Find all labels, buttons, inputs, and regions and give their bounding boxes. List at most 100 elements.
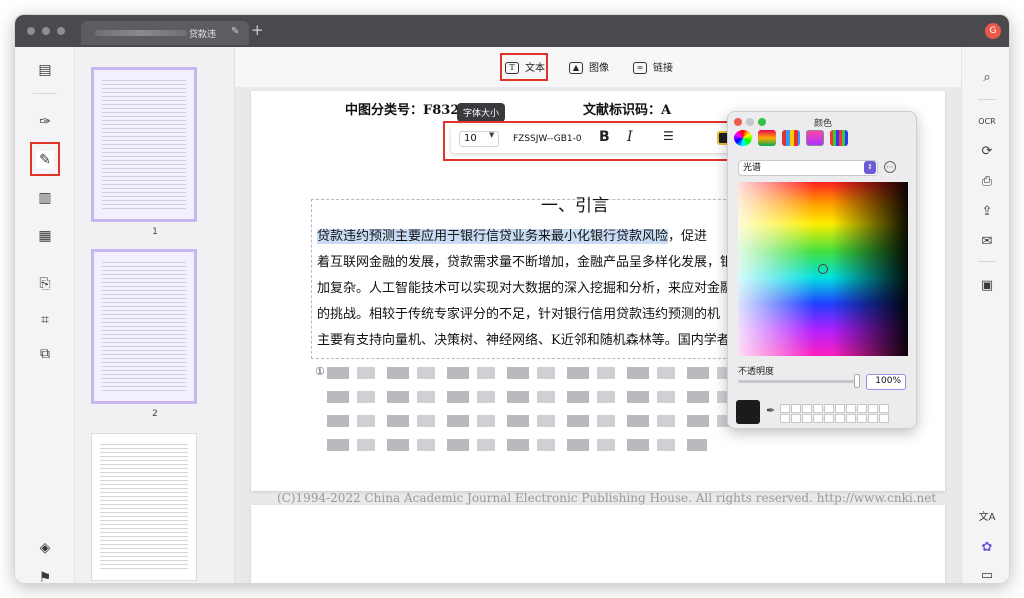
page-edit-icon[interactable]: ▦ xyxy=(36,227,54,245)
page-number-1: 1 xyxy=(152,227,158,237)
saved-color-cell[interactable] xyxy=(868,404,878,413)
share-icon[interactable]: ⇪ xyxy=(978,203,996,221)
opacity-input[interactable]: 100% xyxy=(866,374,906,390)
minimize-window-button[interactable] xyxy=(42,27,50,35)
color-panel-title: 颜色 xyxy=(813,119,832,129)
thumbnail-panel: 1 2 xyxy=(75,47,235,583)
color-picker-panel: 颜色 光谱 ⇕ ⋯ 不透明度 100% ✒ xyxy=(727,111,917,429)
divider xyxy=(978,261,996,262)
zoom-window-button[interactable] xyxy=(57,27,65,35)
convert-icon[interactable]: ⧉ xyxy=(36,345,54,363)
saved-color-cell[interactable] xyxy=(868,414,878,423)
doc-code: 文献标识码：A xyxy=(583,103,672,118)
search-icon[interactable]: ⌕ xyxy=(978,69,996,87)
saved-color-cell[interactable] xyxy=(780,414,790,423)
comment-icon[interactable]: ▭ xyxy=(978,567,996,583)
document-tab[interactable]: 贷款违 ✎ xyxy=(81,21,249,45)
image-tool[interactable]: ▲ 图像 xyxy=(569,59,609,74)
saved-color-cell[interactable] xyxy=(879,414,889,423)
blurred-footnote-line xyxy=(327,415,747,427)
saved-color-cell[interactable] xyxy=(835,404,845,413)
palette-mode-select[interactable]: 光谱 xyxy=(738,160,878,176)
active-tool-highlight xyxy=(30,142,60,176)
title-bar: 贷款违 ✎ + G xyxy=(15,15,1009,47)
avatar[interactable]: G xyxy=(985,23,1001,39)
opacity-label: 不透明度 xyxy=(738,367,775,377)
blurred-footnote-line xyxy=(327,439,707,451)
opacity-slider[interactable] xyxy=(738,380,858,383)
add-tab-button[interactable]: + xyxy=(251,21,264,39)
chevron-updown-icon[interactable]: ⇕ xyxy=(864,161,876,174)
palettes-icon[interactable] xyxy=(782,130,800,146)
blurred-footnote-line xyxy=(327,391,747,403)
page-thumbnail-1[interactable] xyxy=(91,67,197,222)
edit-mode-toolbar: T 文本 ▲ 图像 ∞ 链接 xyxy=(235,47,961,87)
saved-color-cell[interactable] xyxy=(879,404,889,413)
highlighter-icon[interactable]: ✑ xyxy=(36,113,54,131)
current-color-swatch[interactable] xyxy=(736,400,760,424)
thumbnail-content xyxy=(102,80,186,211)
copyright-footer: (C)1994-2022 China Academic Journal Elec… xyxy=(277,491,937,505)
blurred-footnote-line xyxy=(327,367,727,379)
saved-color-cell[interactable] xyxy=(857,404,867,413)
saved-color-cell[interactable] xyxy=(813,414,823,423)
page-thumbnail-3[interactable] xyxy=(91,433,197,581)
sliders-icon[interactable] xyxy=(758,130,776,146)
saved-color-cell[interactable] xyxy=(824,414,834,423)
pdf-page-2 xyxy=(251,505,945,583)
ocr-icon[interactable]: OCR xyxy=(978,113,996,131)
thumbnail-content xyxy=(102,262,186,393)
page-thumbnail-2[interactable] xyxy=(91,249,197,404)
section-heading: 一、引言 xyxy=(541,196,609,216)
translate-icon[interactable]: 文A xyxy=(978,509,996,527)
saved-color-cell[interactable] xyxy=(791,414,801,423)
opacity-slider-thumb[interactable] xyxy=(854,374,860,388)
class-number: 中图分类号：F832. xyxy=(345,103,464,118)
saved-color-cell[interactable] xyxy=(802,404,812,413)
crop-icon[interactable]: ⌗ xyxy=(36,311,54,329)
saved-color-cell[interactable] xyxy=(846,404,856,413)
saved-color-cell[interactable] xyxy=(846,414,856,423)
saved-color-cell[interactable] xyxy=(802,414,812,423)
organize-icon[interactable]: ⎘ xyxy=(36,275,54,293)
close-window-button[interactable] xyxy=(27,27,35,35)
save-icon[interactable]: ▣ xyxy=(978,277,996,295)
link-tool-label: 链接 xyxy=(653,63,673,74)
footnote-mark: ① xyxy=(315,365,325,378)
link-tool[interactable]: ∞ 链接 xyxy=(633,59,673,74)
color-wheel-icon[interactable] xyxy=(734,130,752,146)
blurred-tab-name xyxy=(95,30,187,36)
form-icon[interactable]: ▥ xyxy=(36,189,54,207)
layers-icon[interactable]: ◈ xyxy=(36,539,54,557)
protect-icon[interactable]: ⎙ xyxy=(978,173,996,191)
bookmark-icon[interactable]: ⚑ xyxy=(36,569,54,583)
image-icon: ▲ xyxy=(569,62,583,74)
divider xyxy=(978,99,996,100)
ai-assistant-icon[interactable]: ✿ xyxy=(978,539,996,557)
convert-pdf-icon[interactable]: ⟳ xyxy=(978,143,996,161)
page-number-2: 2 xyxy=(152,409,158,419)
selected-text[interactable]: 贷款违约预测主要应用于银行信贷业务来最小化银行贷款风险 xyxy=(317,229,669,244)
image-tool-label: 图像 xyxy=(589,63,609,74)
line-1-suffix: ，促进 xyxy=(668,229,708,244)
saved-color-cell[interactable] xyxy=(857,414,867,423)
image-palette-icon[interactable] xyxy=(806,130,824,146)
saved-color-cell[interactable] xyxy=(791,404,801,413)
saved-color-cell[interactable] xyxy=(780,404,790,413)
reader-icon[interactable]: ▤ xyxy=(36,61,54,79)
left-toolbar: ▤ ✑ ✎ ▥ ▦ ⎘ ⌗ ⧉ ◈ ⚑ xyxy=(15,47,75,583)
email-icon[interactable]: ✉ xyxy=(978,233,996,251)
color-crosshair[interactable] xyxy=(818,264,828,274)
saved-color-cell[interactable] xyxy=(824,404,834,413)
text-tool-highlight xyxy=(500,53,548,81)
font-size-tooltip: 字体大小 xyxy=(457,103,506,122)
app-window: 贷款违 ✎ + G ▤ ✑ ✎ ▥ ▦ ⎘ ⌗ ⧉ ◈ ⚑ 1 2 T 文本 ▲… xyxy=(14,14,1010,584)
saved-color-cell[interactable] xyxy=(835,414,845,423)
more-icon[interactable]: ⋯ xyxy=(884,161,896,173)
pencils-icon[interactable] xyxy=(830,130,848,146)
divider xyxy=(33,93,57,94)
thumbnail-content xyxy=(100,444,188,572)
eyedropper-icon[interactable]: ✒ xyxy=(766,404,775,417)
pencil-icon[interactable]: ✎ xyxy=(231,26,239,37)
saved-color-cell[interactable] xyxy=(813,404,823,413)
